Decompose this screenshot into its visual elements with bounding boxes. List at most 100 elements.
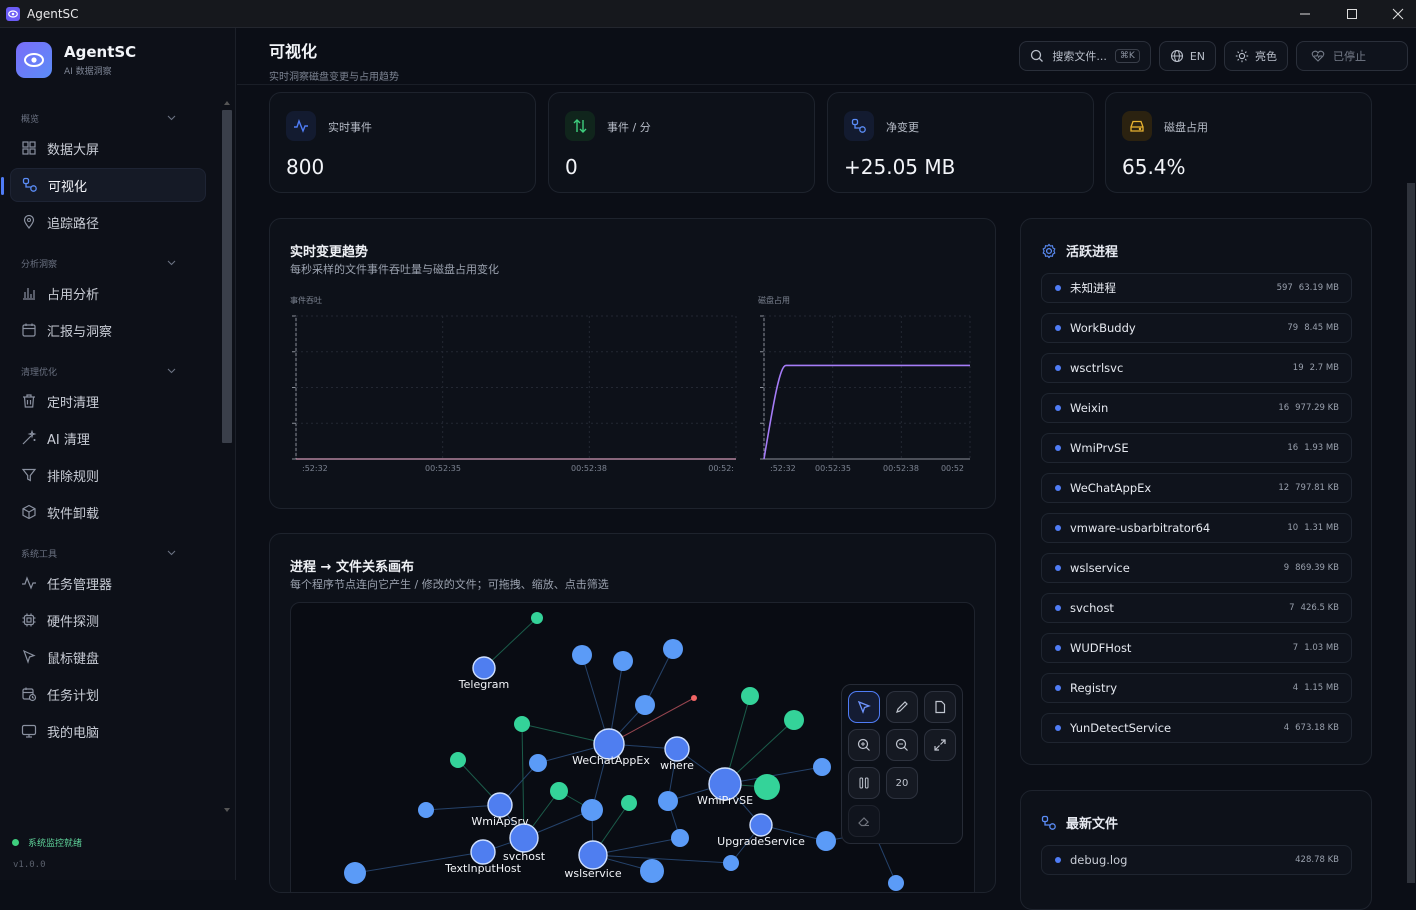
arrows-updown-icon bbox=[565, 111, 595, 141]
theme-toggle-button[interactable]: 亮色 bbox=[1224, 41, 1288, 71]
sidebar-item[interactable]: 数据大屏 bbox=[10, 131, 206, 165]
process-node[interactable] bbox=[658, 791, 678, 811]
process-item[interactable]: WorkBuddy 79 8.45 MB bbox=[1041, 313, 1352, 343]
sidebar-scroll-thumb[interactable] bbox=[222, 110, 232, 443]
sidebar-item[interactable]: 汇报与洞察 bbox=[10, 313, 206, 347]
cursor-icon bbox=[21, 649, 37, 665]
sidebar-item[interactable]: 占用分析 bbox=[10, 276, 206, 310]
sidebar-item[interactable]: 追踪路径 bbox=[10, 205, 206, 239]
process-node[interactable] bbox=[723, 855, 739, 871]
process-node[interactable] bbox=[572, 645, 592, 665]
trash-icon bbox=[21, 393, 37, 409]
process-name: YunDetectService bbox=[1070, 721, 1172, 735]
magic-wand-icon bbox=[21, 430, 37, 446]
sidebar-item[interactable]: 排除规则 bbox=[10, 458, 206, 492]
x-tick-label: 00:52: bbox=[708, 464, 734, 473]
process-item[interactable]: Weixin 16 977.29 KB bbox=[1041, 393, 1352, 423]
nav-section-header[interactable]: 系统工具 bbox=[0, 543, 220, 563]
process-item[interactable]: YunDetectService 4 673.18 KB bbox=[1041, 713, 1352, 743]
eraser-button[interactable] bbox=[848, 805, 880, 837]
monitor-status: 系统监控就绪 bbox=[12, 836, 82, 849]
process-node[interactable] bbox=[640, 859, 664, 883]
graph-canvas[interactable]: Telegram WeChatAppEx where WmiPrvSE WmiApSrv… bbox=[290, 602, 975, 892]
nav-section-header[interactable]: 概览 bbox=[0, 108, 220, 128]
export-tool-button[interactable] bbox=[924, 691, 956, 723]
process-node[interactable] bbox=[470, 839, 496, 865]
monitor-toggle-button[interactable]: 已停止 bbox=[1296, 41, 1408, 71]
process-item[interactable]: wslservice 9 869.39 KB bbox=[1041, 553, 1352, 583]
close-window-button[interactable] bbox=[1375, 0, 1416, 28]
maximize-button[interactable] bbox=[1329, 0, 1375, 28]
process-node[interactable] bbox=[813, 758, 831, 776]
chevron-down-icon bbox=[167, 368, 176, 374]
process-node[interactable] bbox=[816, 831, 836, 851]
process-item[interactable]: Registry 4 1.15 MB bbox=[1041, 673, 1352, 703]
process-item[interactable]: vmware-usbarbitrator64 10 1.31 MB bbox=[1041, 513, 1352, 543]
process-node[interactable] bbox=[344, 862, 366, 884]
process-node[interactable] bbox=[663, 639, 683, 659]
node-limit-button[interactable]: 20 bbox=[886, 767, 918, 799]
sidebar-item[interactable]: 可视化 bbox=[1, 168, 206, 202]
file-node[interactable] bbox=[754, 774, 780, 800]
process-size: 2.7 MB bbox=[1309, 363, 1339, 373]
process-node[interactable] bbox=[664, 736, 690, 762]
process-dot bbox=[1055, 365, 1061, 371]
file-item[interactable]: debug.log 428.78 KB bbox=[1041, 845, 1352, 875]
process-node[interactable] bbox=[487, 792, 513, 818]
process-node[interactable] bbox=[888, 875, 904, 891]
process-dot bbox=[1055, 325, 1061, 331]
pause-layout-button[interactable] bbox=[848, 767, 880, 799]
process-node[interactable] bbox=[418, 802, 434, 818]
process-node[interactable] bbox=[509, 823, 539, 853]
file-node[interactable] bbox=[450, 752, 466, 768]
process-item[interactable]: WeChatAppEx 12 797.81 KB bbox=[1041, 473, 1352, 503]
file-node[interactable] bbox=[741, 687, 759, 705]
sidebar-item[interactable]: 鼠标键盘 bbox=[10, 640, 206, 674]
sidebar-item[interactable]: AI 清理 bbox=[10, 421, 206, 455]
file-node[interactable] bbox=[531, 612, 543, 624]
process-node[interactable] bbox=[613, 651, 633, 671]
draw-tool-button[interactable] bbox=[886, 691, 918, 723]
process-node[interactable] bbox=[529, 754, 547, 772]
node-label: WeChatAppEx bbox=[572, 754, 650, 767]
process-size: 869.39 KB bbox=[1295, 563, 1339, 573]
main-scroll-thumb[interactable] bbox=[1407, 183, 1415, 883]
graph-card: 进程 → 文件关系画布 每个程序节点连向它产生 / 修改的文件；可拖拽、缩放、点… bbox=[269, 533, 996, 893]
file-node[interactable] bbox=[621, 795, 637, 811]
minimize-button[interactable] bbox=[1282, 0, 1328, 28]
process-node[interactable] bbox=[671, 829, 689, 847]
fit-view-button[interactable] bbox=[924, 729, 956, 761]
x-tick-label: 00:52:38 bbox=[571, 464, 607, 473]
sidebar-item-label: 排除规则 bbox=[47, 469, 100, 485]
sidebar-item[interactable]: 硬件探测 bbox=[10, 603, 206, 637]
alert-node[interactable] bbox=[691, 695, 697, 701]
sidebar-item[interactable]: 我的电脑 bbox=[10, 714, 206, 748]
sidebar-item[interactable]: 定时清理 bbox=[10, 384, 206, 418]
language-button[interactable]: EN bbox=[1158, 41, 1216, 71]
process-node[interactable] bbox=[578, 840, 608, 870]
nav-section-header[interactable]: 清理优化 bbox=[0, 361, 220, 381]
zoom-in-button[interactable] bbox=[848, 729, 880, 761]
hard-drive-icon bbox=[1122, 111, 1152, 141]
sidebar-item[interactable]: 软件卸载 bbox=[10, 495, 206, 529]
search-button[interactable]: 搜索文件... ⌘K bbox=[1019, 41, 1151, 71]
nav-section-header[interactable]: 分析洞察 bbox=[0, 253, 220, 273]
sidebar-item[interactable]: 任务管理器 bbox=[10, 566, 206, 600]
sidebar-item[interactable]: 任务计划 bbox=[10, 677, 206, 711]
select-tool-button[interactable] bbox=[848, 691, 880, 723]
process-node[interactable] bbox=[472, 656, 496, 680]
file-node[interactable] bbox=[550, 782, 568, 800]
process-item[interactable]: WmiPrvSE 16 1.93 MB bbox=[1041, 433, 1352, 463]
file-node[interactable] bbox=[514, 716, 530, 732]
process-node[interactable] bbox=[581, 799, 603, 821]
process-item[interactable]: svchost 7 426.5 KB bbox=[1041, 593, 1352, 623]
process-node[interactable] bbox=[635, 695, 655, 715]
process-item[interactable]: wsctrlsvc 19 2.7 MB bbox=[1041, 353, 1352, 383]
sidebar-item-label: 追踪路径 bbox=[47, 216, 100, 232]
sidebar-item-label: 定时清理 bbox=[47, 395, 100, 411]
file-node[interactable] bbox=[784, 710, 804, 730]
process-item[interactable]: 未知进程 597 63.19 MB bbox=[1041, 273, 1352, 303]
process-node[interactable] bbox=[749, 813, 773, 837]
process-item[interactable]: WUDFHost 7 1.03 MB bbox=[1041, 633, 1352, 663]
zoom-out-button[interactable] bbox=[886, 729, 918, 761]
